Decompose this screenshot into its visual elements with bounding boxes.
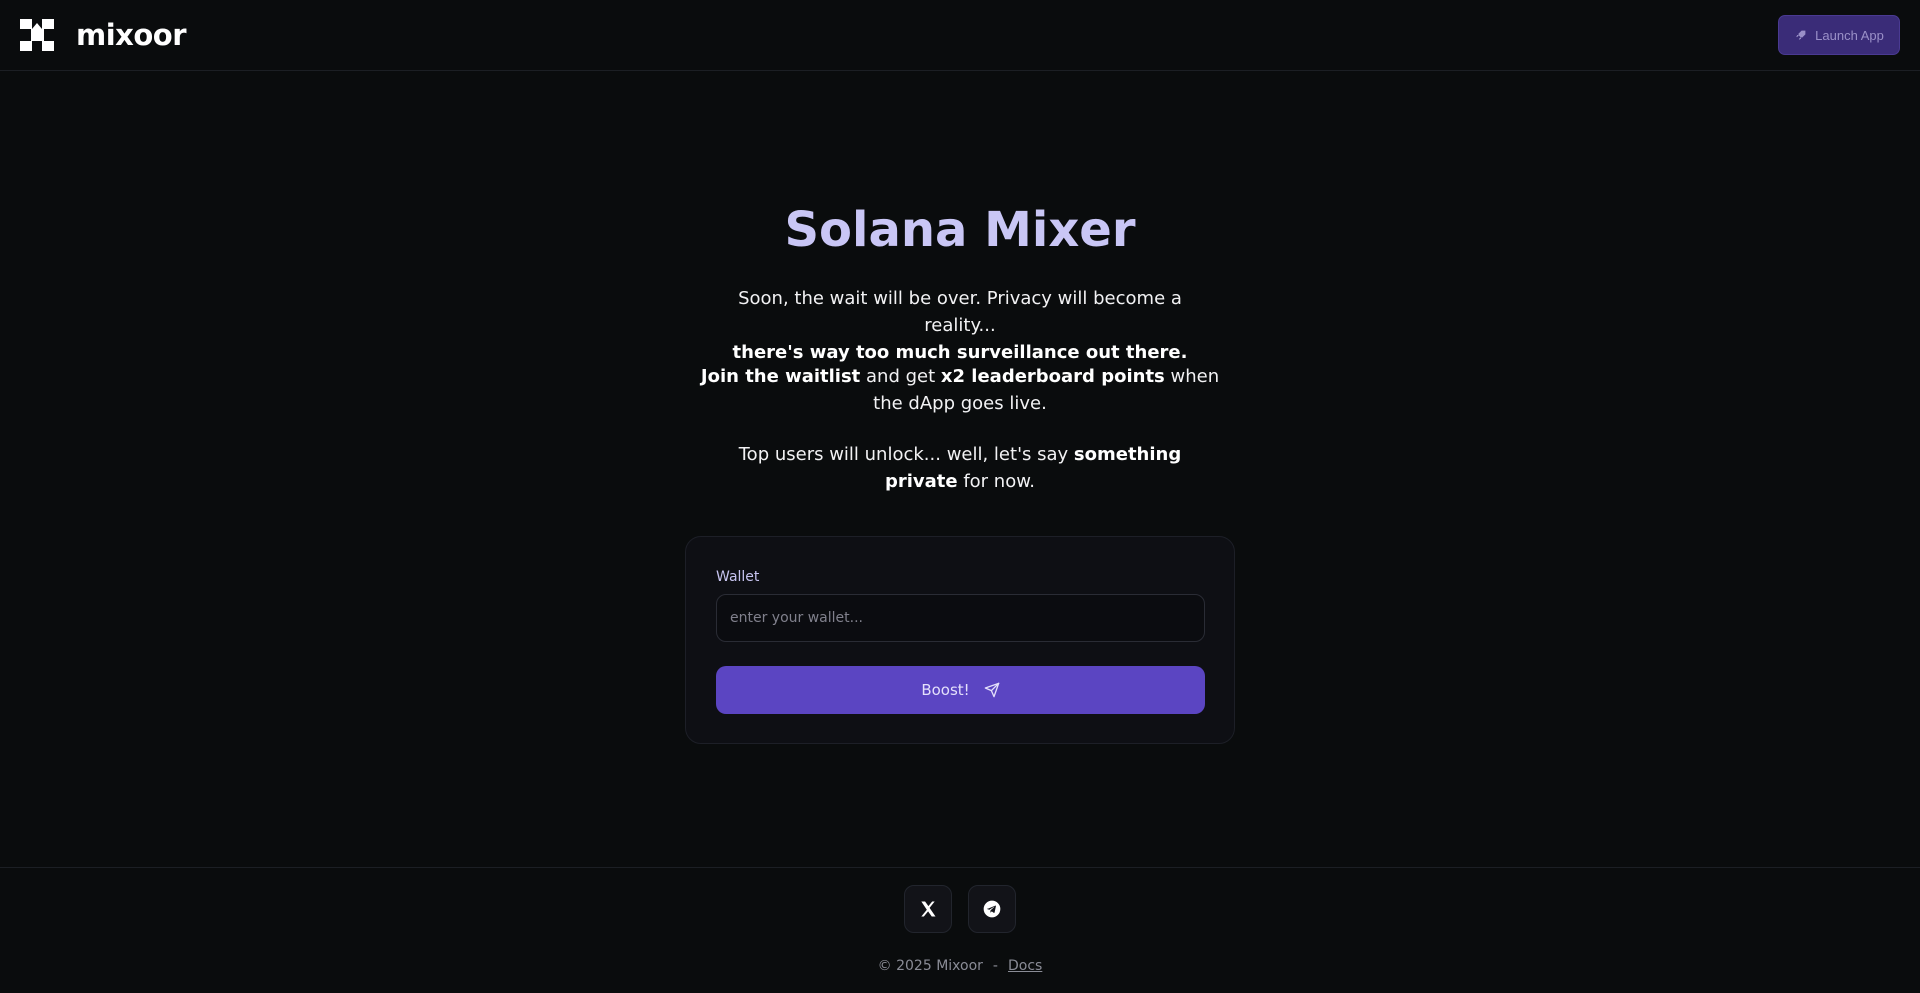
footer-separator: -	[992, 958, 998, 974]
rewards-start: Top users will unlock... well, let's say	[738, 444, 1074, 465]
copyright-row: © 2025 Mixoor - Docs	[0, 958, 1920, 974]
mixoor-logo-icon	[20, 19, 54, 51]
send-icon	[984, 682, 1000, 698]
top-bar: mixoor Launch App	[0, 0, 1920, 71]
logo-text: mixoor	[76, 18, 187, 52]
boost-button[interactable]: Boost!	[716, 666, 1205, 714]
wallet-input[interactable]	[716, 594, 1205, 642]
footer: © 2025 Mixoor - Docs	[0, 867, 1920, 993]
docs-link[interactable]: Docs	[1008, 958, 1042, 974]
page-title: Solana Mixer	[784, 202, 1136, 258]
telegram-social-button[interactable]	[968, 885, 1016, 933]
intro-bold: there's way too much surveillance out th…	[732, 342, 1188, 363]
rocket-icon	[1796, 30, 1806, 40]
rewards-paragraph: Top users will unlock... well, let's say…	[700, 441, 1220, 495]
intro-text: Soon, the wait will be over. Privacy wil…	[738, 288, 1182, 336]
waitlist-bold: Join the waitlist	[700, 366, 861, 387]
waitlist-mid: and get	[860, 366, 941, 387]
points-bold: x2 leaderboard points	[940, 366, 1165, 387]
logo[interactable]: mixoor	[20, 18, 187, 52]
waitlist-paragraph: Join the waitlist and get x2 leaderboard…	[700, 363, 1220, 417]
boost-label: Boost!	[921, 681, 970, 699]
waitlist-card: Wallet Boost!	[685, 536, 1235, 744]
intro-paragraph: Soon, the wait will be over. Privacy wil…	[700, 285, 1220, 366]
main-content: Solana Mixer Soon, the wait will be over…	[0, 72, 1920, 867]
x-social-button[interactable]	[904, 885, 952, 933]
launch-app-button[interactable]: Launch App	[1778, 15, 1900, 55]
rewards-end: for now.	[957, 471, 1036, 492]
launch-app-label: Launch App	[1815, 27, 1884, 43]
telegram-icon	[983, 900, 1001, 918]
x-twitter-icon	[921, 901, 936, 917]
copyright-text: © 2025 Mixoor	[877, 958, 983, 974]
wallet-label: Wallet	[716, 569, 760, 585]
